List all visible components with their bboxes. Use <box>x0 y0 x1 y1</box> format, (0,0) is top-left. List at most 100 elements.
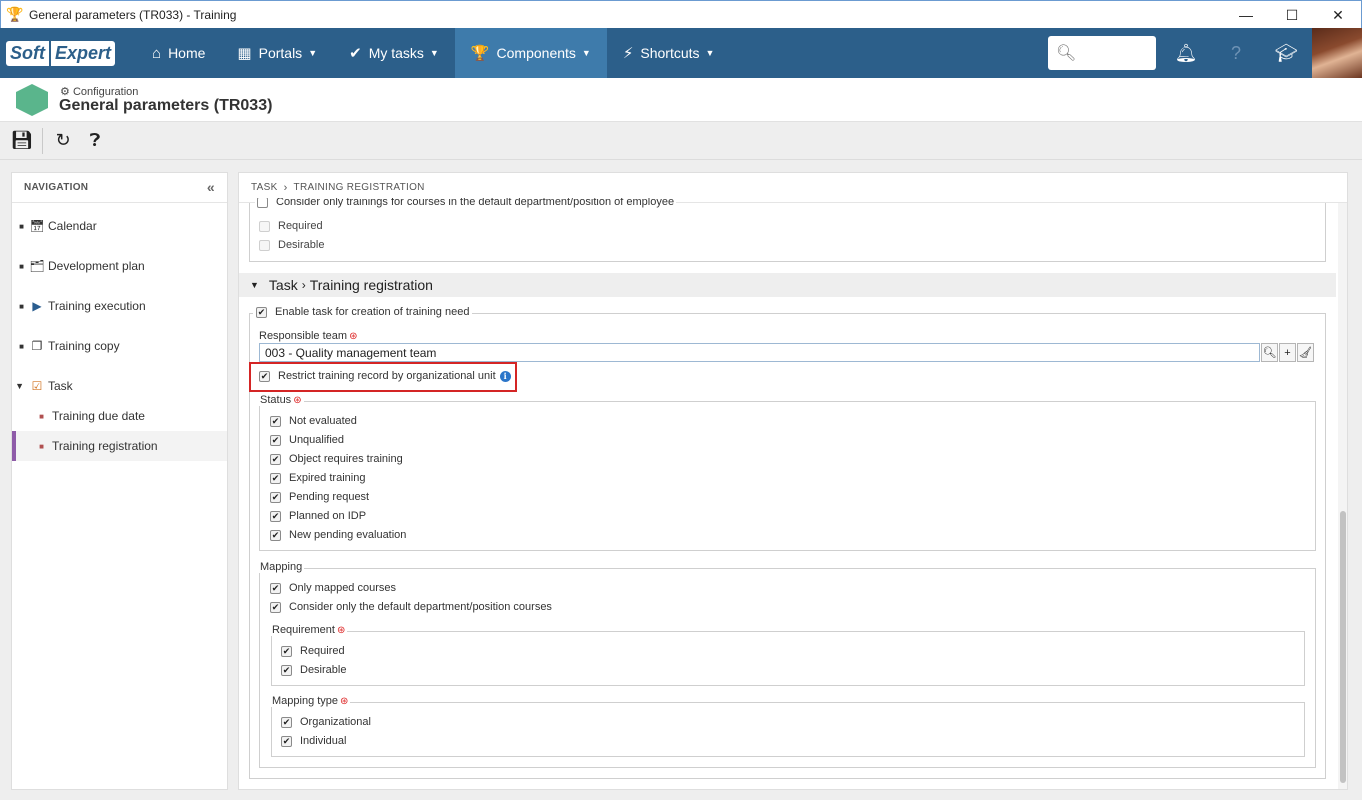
enable-task-checkbox[interactable]: ✔ Enable task for creation of training n… <box>253 306 473 318</box>
graduation-cap-icon[interactable]: 🎓︎ <box>1266 28 1306 78</box>
page-header: ⚙ Configuration General parameters (TR03… <box>0 78 1362 122</box>
caret-down-icon: ▼ <box>308 48 318 58</box>
status-option[interactable]: ✔ Unqualified <box>270 434 344 446</box>
info-icon[interactable]: i <box>499 370 511 382</box>
nav-item-task[interactable]: ▼ ☑ Task <box>12 371 227 401</box>
nav-shortcuts[interactable]: ⚡ Shortcuts ▼ <box>607 28 731 78</box>
help-circle-icon[interactable]: ❓︎ <box>79 125 111 157</box>
toolbar-divider <box>42 127 43 154</box>
checkbox-consider-default[interactable] <box>257 198 268 208</box>
maximize-button[interactable]: ☐ <box>1269 1 1315 29</box>
save-icon[interactable]: 💾︎ <box>6 125 38 157</box>
checkbox-checked[interactable]: ✔ <box>259 370 270 382</box>
softexpert-logo[interactable]: Soft Expert <box>0 28 136 78</box>
breadcrumb-task[interactable]: TASK <box>251 182 278 193</box>
checkbox-checked[interactable]: ✔ <box>270 434 281 446</box>
scrollbar-thumb[interactable] <box>1340 511 1346 783</box>
checkbox-checked[interactable]: ✔ <box>281 735 292 747</box>
development-plan-icon: 🗂︎ <box>29 259 45 273</box>
nav-item-calendar[interactable]: ■ 📅︎ Calendar <box>12 211 227 241</box>
required-icon: ⊛ <box>293 394 302 406</box>
content-panel: TASK › TRAINING REGISTRATION Consider on… <box>238 172 1348 790</box>
status-option[interactable]: ✔ Pending request <box>270 491 369 503</box>
nav-item-training-execution[interactable]: ■ ▶ Training execution <box>12 291 227 321</box>
mapping-type-option[interactable]: ✔ Organizational <box>281 716 371 728</box>
chevron-right-icon: › <box>283 181 288 194</box>
checkbox-checked[interactable]: ✔ <box>270 529 281 541</box>
checkbox-checked[interactable]: ✔ <box>281 716 292 728</box>
training-execution-icon: ▶ <box>32 299 42 313</box>
checkbox-checked[interactable]: ✔ <box>270 582 281 594</box>
status-option[interactable]: ✔ Planned on IDP <box>270 510 366 522</box>
training-app-icon <box>16 84 48 116</box>
refresh-icon[interactable]: ↻ <box>47 125 79 157</box>
nav-item-training-copy[interactable]: ■ ❐ Training copy <box>12 331 227 361</box>
toolbar: 💾︎ ↻ ❓︎ <box>0 122 1362 160</box>
top-navbar: Soft Expert ⌂ Home ▦ Portals ▼ ✔ My tasks… <box>0 28 1362 78</box>
requirement-option[interactable]: ✔ Required <box>281 645 345 657</box>
status-option[interactable]: ✔ New pending evaluation <box>270 529 406 541</box>
mapping-legend: Mapping <box>258 561 305 573</box>
status-option[interactable]: ✔ Expired training <box>270 472 365 484</box>
nav-item-training-registration[interactable]: ■ Training registration <box>12 431 227 461</box>
required-icon: ⊛ <box>349 330 358 342</box>
copy-icon: ❐ <box>31 339 43 353</box>
nav-item-development-plan[interactable]: ■ 🗂︎ Development plan <box>12 251 227 281</box>
avatar[interactable] <box>1312 28 1362 78</box>
mapping-option[interactable]: ✔ Only mapped courses <box>270 582 396 594</box>
requirement-option[interactable]: ✔ Desirable <box>281 664 346 676</box>
navigation-heading: NAVIGATION « <box>12 173 227 203</box>
checkbox-checked[interactable]: ✔ <box>270 601 281 613</box>
trophy-icon: 🏆 <box>470 45 490 62</box>
search-icon: 🔍︎ <box>1056 45 1077 62</box>
home-icon: ⌂ <box>152 44 162 62</box>
search-zoom-icon[interactable]: 🔍︎ <box>1261 343 1278 362</box>
nav-portals[interactable]: ▦ Portals ▼ <box>221 28 333 78</box>
prev-option-desirable: Desirable <box>259 239 324 251</box>
section-task-training-registration[interactable]: ▼ Task › Training registration <box>239 273 1336 297</box>
prev-group-fieldset <box>249 203 1326 262</box>
nav-home[interactable]: ⌂ Home <box>136 28 221 78</box>
prev-group-legend[interactable]: Consider only trainings for courses in t… <box>255 198 677 208</box>
checkbox-checked[interactable]: ✔ <box>256 306 267 318</box>
bell-icon[interactable]: 🔔︎ <box>1166 28 1206 78</box>
caret-down-icon: ▼ <box>705 48 715 58</box>
checkbox-checked[interactable]: ✔ <box>270 453 281 465</box>
trophy-icon: 🏆 <box>6 6 24 22</box>
vertical-scrollbar[interactable] <box>1338 203 1347 789</box>
checkbox-checked[interactable]: ✔ <box>270 491 281 503</box>
add-icon[interactable]: + <box>1279 343 1296 362</box>
navigation-panel: NAVIGATION « ■ 📅︎ Calendar ■ 🗂︎ Developmen… <box>11 172 228 790</box>
minimize-button[interactable]: — <box>1223 1 1269 29</box>
search-input[interactable]: 🔍︎ <box>1048 36 1156 70</box>
status-option[interactable]: ✔ Object requires training <box>270 453 403 465</box>
checkbox-checked[interactable]: ✔ <box>270 415 281 427</box>
checkbox-disabled <box>259 220 270 232</box>
window-titlebar: 🏆 General parameters (TR033) - Training … <box>0 0 1362 28</box>
mapping-type-option[interactable]: ✔ Individual <box>281 735 346 747</box>
nav-components[interactable]: 🏆 Components ▼ <box>454 28 607 78</box>
status-legend: Status ⊛ <box>258 394 304 406</box>
caret-down-icon: ▼ <box>429 48 439 58</box>
requirement-fieldset <box>271 631 1305 686</box>
collapse-panel-icon[interactable]: « <box>207 179 215 195</box>
required-icon: ⊛ <box>336 624 346 636</box>
clear-broom-icon[interactable]: 🧹︎ <box>1297 343 1314 362</box>
mapping-type-fieldset <box>271 702 1305 757</box>
restrict-training-checkbox[interactable]: ✔ Restrict training record by organizati… <box>259 370 511 382</box>
checkbox-checked[interactable]: ✔ <box>270 510 281 522</box>
checkbox-checked[interactable]: ✔ <box>281 645 292 657</box>
checkbox-checked[interactable]: ✔ <box>281 664 292 676</box>
calendar-icon: 📅︎ <box>29 219 45 233</box>
close-button[interactable]: ✕ <box>1315 1 1361 29</box>
mapping-option[interactable]: ✔ Consider only the default department/po… <box>270 601 552 613</box>
checkbox-checked[interactable]: ✔ <box>270 472 281 484</box>
help-icon[interactable]: ? <box>1216 28 1256 78</box>
status-option[interactable]: ✔ Not evaluated <box>270 415 357 427</box>
breadcrumb-training-registration: TRAINING REGISTRATION <box>293 182 425 193</box>
responsible-team-field[interactable]: 003 - Quality management team <box>259 343 1260 362</box>
requirement-legend: Requirement ⊛ <box>270 624 348 636</box>
window-title: General parameters (TR033) - Training <box>29 7 237 22</box>
nav-my-tasks[interactable]: ✔ My tasks ▼ <box>333 28 455 78</box>
nav-item-training-due-date[interactable]: ■ Training due date <box>12 401 227 431</box>
